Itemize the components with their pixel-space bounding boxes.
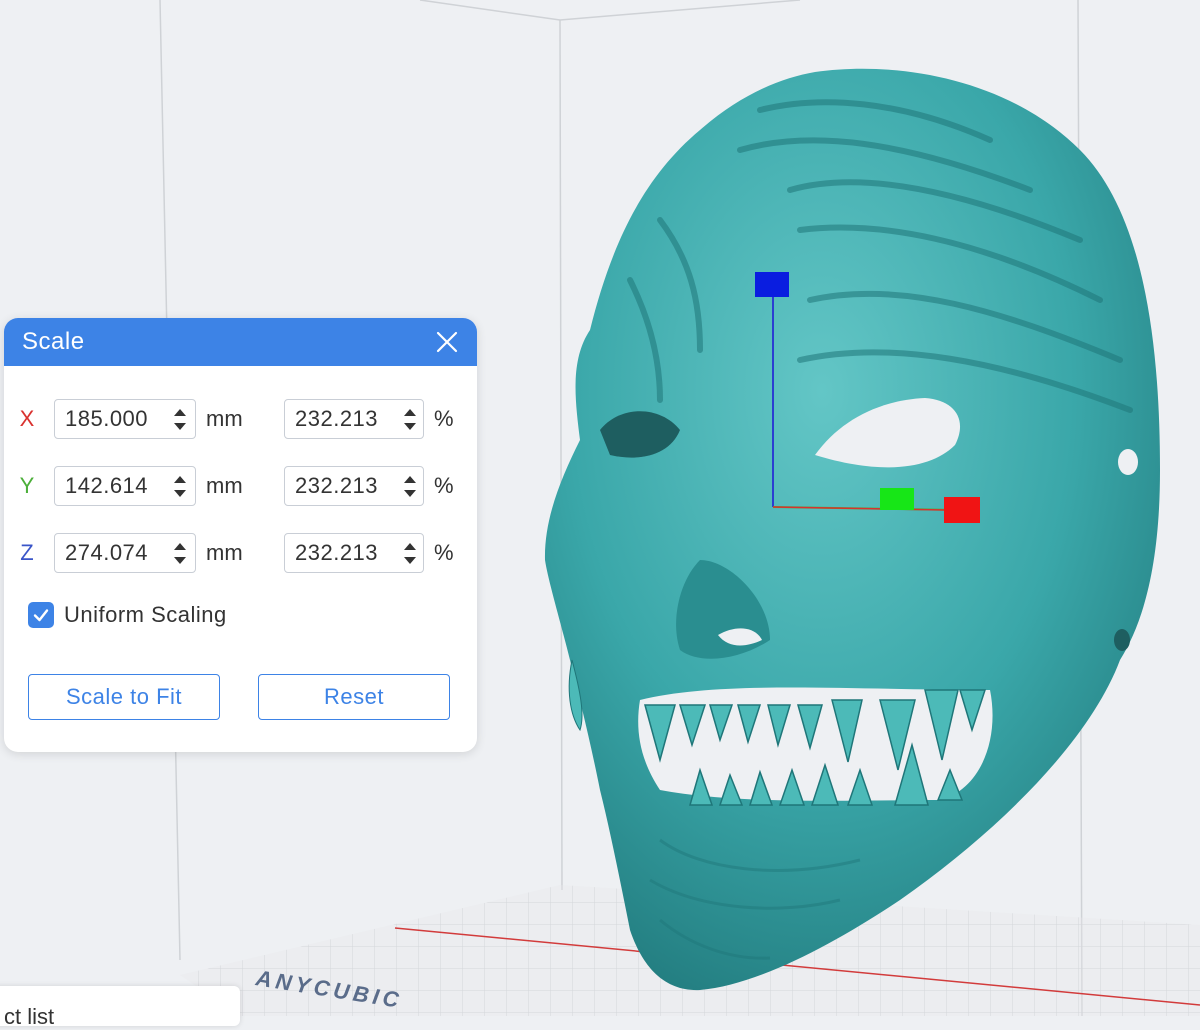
object-list-label: ct list — [4, 1004, 55, 1029]
z-percent-stepper[interactable] — [284, 533, 424, 573]
y-percent-input[interactable] — [285, 472, 397, 500]
uniform-scaling-checkbox[interactable] — [28, 602, 54, 628]
uniform-scaling-label: Uniform Scaling — [64, 602, 227, 627]
y-mm-stepper[interactable] — [54, 466, 196, 506]
x-percent-decrement[interactable] — [404, 422, 416, 430]
x-mm-unit: mm — [206, 406, 243, 431]
axis-label-z: Z — [20, 540, 34, 565]
x-mm-stepper[interactable] — [54, 399, 196, 439]
scale-row-z: Z mm % — [4, 532, 454, 574]
scale-row-x: X mm % — [4, 398, 454, 440]
y-mm-input[interactable] — [55, 472, 167, 500]
mask-model[interactable] — [544, 68, 1160, 991]
x-percent-input[interactable] — [285, 405, 397, 433]
y-mm-increment[interactable] — [174, 475, 186, 483]
x-percent-stepper[interactable] — [284, 399, 424, 439]
gizmo-y-handle[interactable] — [880, 488, 914, 510]
z-mm-input[interactable] — [55, 539, 167, 567]
x-mm-decrement[interactable] — [174, 422, 186, 430]
y-percent-stepper[interactable] — [284, 466, 424, 506]
z-mm-increment[interactable] — [174, 542, 186, 550]
axis-label-y: Y — [19, 473, 35, 498]
reset-button[interactable]: Reset — [258, 674, 450, 720]
z-mm-unit: mm — [206, 540, 243, 565]
scale-dialog: Scale X mm % Y mm % Z — [4, 318, 477, 752]
gizmo-z-handle[interactable] — [755, 272, 789, 297]
y-percent-decrement[interactable] — [404, 489, 416, 497]
object-list-panel[interactable]: ct list — [0, 986, 240, 1029]
y-percent-increment[interactable] — [404, 475, 416, 483]
y-mm-decrement[interactable] — [174, 489, 186, 497]
x-mm-increment[interactable] — [174, 408, 186, 416]
scale-row-y: Y mm % — [4, 465, 454, 507]
dialog-header: Scale — [4, 318, 477, 366]
checkmark-icon — [33, 609, 49, 622]
z-percent-input[interactable] — [285, 539, 397, 567]
x-percent-increment[interactable] — [404, 408, 416, 416]
x-mm-input[interactable] — [55, 405, 167, 433]
y-mm-unit: mm — [206, 473, 243, 498]
x-percent-unit: % — [434, 406, 454, 431]
y-percent-unit: % — [434, 473, 454, 498]
close-icon[interactable] — [433, 328, 461, 356]
z-percent-increment[interactable] — [404, 542, 416, 550]
dialog-title: Scale — [22, 328, 85, 355]
uniform-scaling-option[interactable]: Uniform Scaling — [28, 602, 227, 628]
z-percent-unit: % — [434, 540, 454, 565]
z-mm-stepper[interactable] — [54, 533, 196, 573]
scale-to-fit-button[interactable]: Scale to Fit — [28, 674, 220, 720]
axis-label-x: X — [19, 406, 35, 431]
gizmo-x-handle[interactable] — [944, 497, 980, 523]
z-percent-decrement[interactable] — [404, 556, 416, 564]
z-mm-decrement[interactable] — [174, 556, 186, 564]
